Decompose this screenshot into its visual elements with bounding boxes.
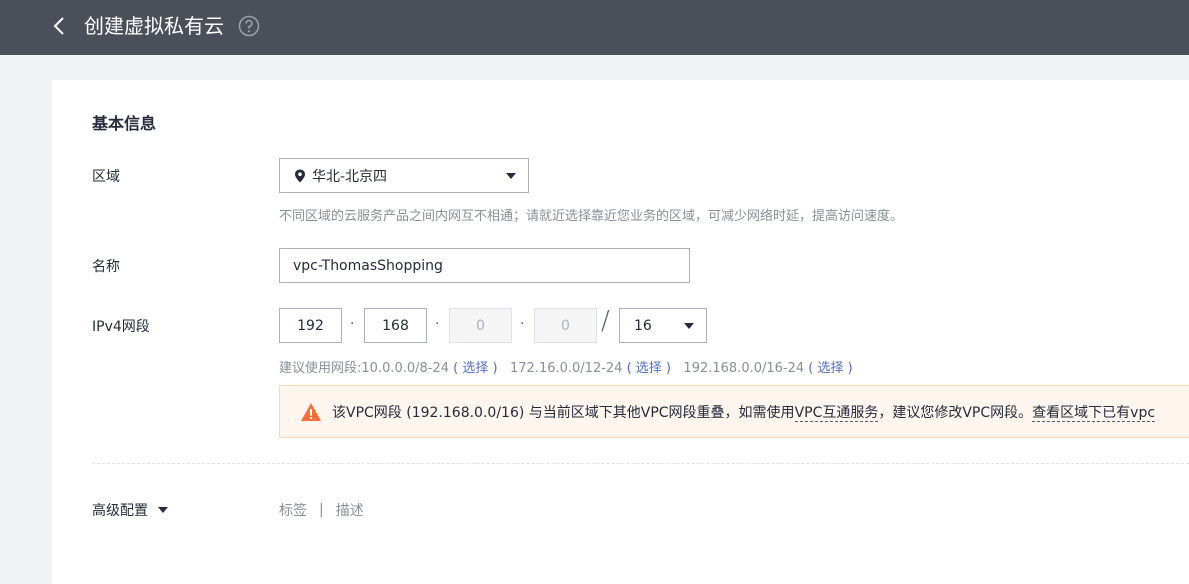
- ipv4-octet-4: 0: [534, 308, 597, 343]
- select-suggestion-3-link[interactable]: ( 选择 ): [808, 361, 852, 376]
- region-label: 区域: [92, 169, 120, 185]
- ipv4-octet-2[interactable]: 168: [364, 308, 427, 343]
- tag-item[interactable]: 标签: [279, 500, 307, 520]
- octet-separator: ·: [520, 316, 525, 332]
- suggest-range-1: 10.0.0.0/8-24: [361, 361, 450, 376]
- ipv4-label: IPv4网段: [92, 319, 150, 335]
- region-hint: 不同区域的云服务产品之间内网互不相通；请就近选择靠近您业务的区域，可减少网络时延…: [279, 209, 904, 224]
- form-card: 基本信息 区域 华北-北京四 不同区域的云服务产品之间内网互不相通；请就近选择靠…: [52, 80, 1189, 584]
- top-bar: 创建虚拟私有云: [0, 0, 1189, 55]
- advanced-config-label: 高级配置: [92, 503, 148, 519]
- chevron-down-icon: [506, 172, 516, 179]
- mask-select[interactable]: 16: [619, 308, 707, 343]
- advanced-config-toggle[interactable]: 高级配置: [92, 500, 168, 520]
- warning-triangle-icon: [301, 402, 321, 421]
- select-suggestion-2-link[interactable]: ( 选择 ): [627, 361, 671, 376]
- suggest-prefix: 建议使用网段:: [279, 361, 362, 376]
- overlap-warning: 该VPC网段 (192.168.0.0/16) 与当前区域下其他VPC网段重叠，…: [279, 385, 1189, 438]
- octet-separator: ·: [350, 316, 355, 332]
- name-input[interactable]: vpc-ThomasShopping: [279, 248, 690, 283]
- select-suggestion-1-link[interactable]: ( 选择 ): [453, 361, 497, 376]
- ipv4-octet-3: 0: [449, 308, 512, 343]
- question-circle-icon[interactable]: [238, 15, 260, 37]
- chevron-down-icon: [684, 322, 694, 329]
- section-title-basic: 基本信息: [92, 114, 157, 133]
- mask-value: 16: [634, 317, 652, 334]
- ipv4-octet-1[interactable]: 192: [279, 308, 342, 343]
- page-title: 创建虚拟私有云: [84, 14, 224, 38]
- warning-text-middle: ，建议您修改VPC网段。: [878, 404, 1033, 421]
- region-select[interactable]: 华北-北京四: [279, 158, 529, 193]
- advanced-separator: |: [319, 502, 324, 518]
- octet-separator: ·: [435, 316, 440, 332]
- region-value: 华北-北京四: [312, 168, 388, 185]
- advanced-items: 标签 | 描述: [279, 500, 364, 520]
- location-pin-icon: [295, 169, 305, 182]
- name-label: 名称: [92, 259, 120, 275]
- mask-slash: /: [601, 306, 610, 336]
- chevron-left-icon[interactable]: [50, 14, 70, 38]
- suggest-range-3: 192.168.0.0/16-24: [683, 361, 805, 376]
- suggest-range-2: 172.16.0.0/12-24: [510, 361, 623, 376]
- warning-text: 该VPC网段 (192.168.0.0/16) 与当前区域下其他VPC网段重叠，…: [332, 402, 1156, 422]
- caret-down-icon: [158, 507, 168, 513]
- description-item[interactable]: 描述: [336, 500, 364, 520]
- view-existing-vpc-link[interactable]: 查看区域下已有vpc: [1032, 404, 1156, 422]
- divider: [92, 463, 1189, 464]
- suggest-line: 建议使用网段:10.0.0.0/8-24 ( 选择 ) 172.16.0.0/1…: [279, 357, 853, 376]
- vpc-peering-link[interactable]: VPC互通服务: [794, 404, 879, 422]
- warning-text-before: 该VPC网段 (192.168.0.0/16) 与当前区域下其他VPC网段重叠，…: [332, 404, 795, 421]
